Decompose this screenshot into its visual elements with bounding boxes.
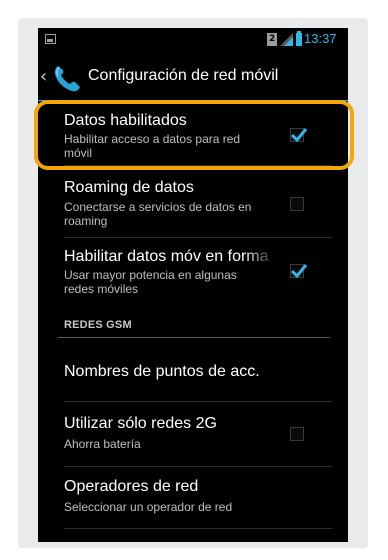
highlight-annotation xyxy=(34,100,354,170)
setting-summary: Conectarse a servicios de datos en roami… xyxy=(64,200,252,228)
status-clock: 13:37 xyxy=(304,31,337,46)
setting-high-power-data[interactable]: Habilitar datos móv en forma Usar mayor … xyxy=(38,240,348,306)
phone-settings-icon[interactable] xyxy=(50,62,84,94)
signal-icon xyxy=(284,37,293,46)
setting-2g-only[interactable]: Utilizar sólo redes 2G Ahorra batería xyxy=(38,404,348,466)
setting-summary: Usar mayor potencia en algunas redes móv… xyxy=(64,268,237,296)
setting-summary: Seleccionar un operador de red xyxy=(64,500,233,514)
data-roaming-checkbox[interactable] xyxy=(290,197,304,211)
section-header-gsm: REDES GSM xyxy=(64,319,132,331)
2g-only-checkbox[interactable] xyxy=(290,427,304,441)
page-title: Configuración de red móvil xyxy=(88,67,279,84)
action-bar[interactable]: ‹ Configuración de red móvil xyxy=(38,56,348,100)
setting-summary: Ahorra batería xyxy=(64,437,141,451)
section-divider xyxy=(58,337,330,338)
sim-icon: 2 xyxy=(267,33,277,46)
setting-title: Nombres de puntos de acc. xyxy=(64,363,260,380)
divider xyxy=(64,528,332,529)
divider xyxy=(64,401,332,402)
battery-icon xyxy=(296,31,302,46)
setting-title: Utilizar sólo redes 2G xyxy=(64,415,217,432)
checkmark-icon xyxy=(290,264,308,279)
image-notification-icon xyxy=(45,34,56,44)
sim-label: 2 xyxy=(269,34,276,44)
divider xyxy=(64,466,332,467)
divider xyxy=(64,237,332,238)
status-bar: 2 13:37 xyxy=(38,28,348,52)
setting-network-operators[interactable]: Operadores de red Seleccionar un operado… xyxy=(38,469,348,525)
setting-title: Operadores de red xyxy=(64,478,199,495)
setting-title: Roaming de datos xyxy=(64,179,194,196)
setting-apn[interactable]: Nombres de puntos de acc. xyxy=(38,340,348,400)
setting-data-roaming[interactable]: Roaming de datos Conectarse a servicios … xyxy=(38,168,348,230)
high-power-data-checkbox[interactable] xyxy=(290,264,308,279)
